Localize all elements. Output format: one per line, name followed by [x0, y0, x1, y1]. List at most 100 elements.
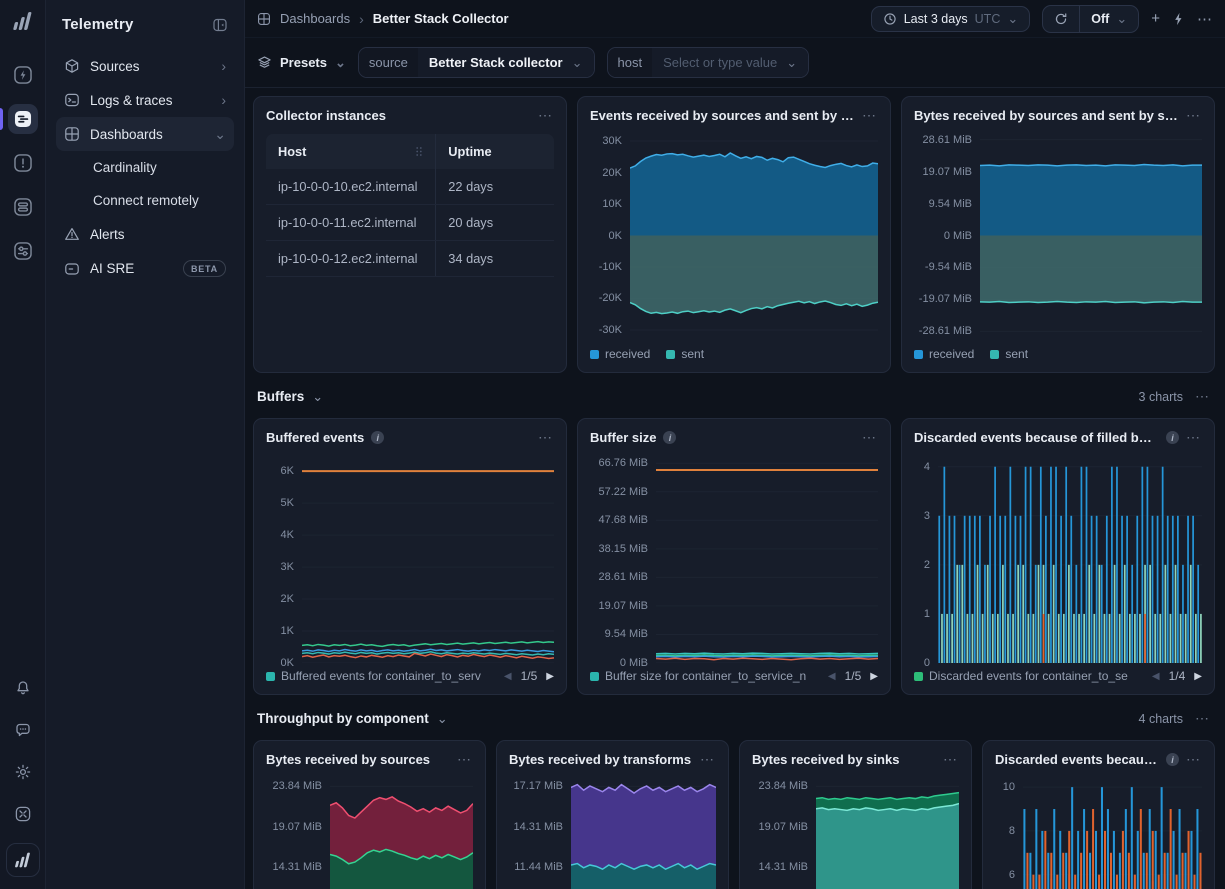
- legend-swatch: [666, 350, 675, 359]
- section-menu-button[interactable]: ⋯: [1195, 710, 1211, 727]
- legend-next-button[interactable]: ▶: [1194, 671, 1202, 682]
- legend-page-indicator: 1/4: [1169, 669, 1186, 683]
- notifications-button[interactable]: [8, 673, 38, 703]
- legend-item[interactable]: Discarded events for container_to_se: [914, 669, 1128, 683]
- card-menu-button[interactable]: ⋯: [538, 429, 554, 446]
- section-buffers: Buffers ⌄ 3 charts ⋯: [257, 388, 1211, 405]
- legend-prev-button[interactable]: ◀: [1152, 671, 1160, 682]
- legend-item-sent[interactable]: sent: [990, 347, 1028, 361]
- table-row[interactable]: ip-10-0-0-11.ec2.internal 20 days: [266, 205, 554, 241]
- legend-item-received[interactable]: received: [590, 347, 650, 361]
- discarded-events-2-chart[interactable]: 1086420: [995, 774, 1202, 889]
- section-menu-button[interactable]: ⋯: [1195, 388, 1211, 405]
- quick-actions-button[interactable]: [1172, 12, 1185, 26]
- instances-table: Host Uptime ip-10-0-0-10.ec2.internal 22…: [266, 134, 554, 362]
- card-menu-button[interactable]: ⋯: [1186, 429, 1202, 446]
- rail-integrations-button[interactable]: [8, 236, 38, 266]
- card-menu-button[interactable]: ⋯: [862, 107, 878, 124]
- column-header-uptime[interactable]: Uptime: [435, 134, 554, 169]
- legend-page-indicator: 1/5: [845, 669, 862, 683]
- card-title: Discarded events because of filled buffe…: [914, 430, 1159, 445]
- shortcuts-button[interactable]: [8, 799, 38, 829]
- bytes-sources-chart[interactable]: 23.84 MiB19.07 MiB14.31 MiB9.54 MiB4.77 …: [266, 774, 473, 889]
- betterstack-logo-icon: [11, 10, 35, 37]
- feedback-button[interactable]: [8, 715, 38, 745]
- layers-icon: [257, 55, 272, 70]
- sliders-icon: [12, 240, 34, 262]
- uptime-cell: 22 days: [435, 169, 554, 204]
- cube-icon: [64, 58, 80, 74]
- rail-telemetry-button[interactable]: [8, 104, 38, 134]
- legend-item[interactable]: Buffered events for container_to_serv: [266, 669, 481, 683]
- table-row[interactable]: ip-10-0-0-12.ec2.internal 34 days: [266, 241, 554, 277]
- card-menu-button[interactable]: ⋯: [1186, 107, 1202, 124]
- card-title: Discarded events because of…: [995, 752, 1159, 767]
- events-chart[interactable]: 30K20K10K0K-10K-20K-30K: [590, 130, 878, 341]
- chevron-down-icon: ⌄: [214, 129, 226, 139]
- sidebar-item-ai-sre[interactable]: AI SRE BETA: [56, 251, 234, 286]
- timezone-label: UTC: [975, 12, 1001, 26]
- refresh-icon: [1054, 12, 1068, 26]
- host-cell: ip-10-0-0-12.ec2.internal: [266, 241, 435, 276]
- info-icon: i: [1166, 431, 1179, 444]
- breadcrumb-dashboards-link[interactable]: Dashboards: [280, 11, 350, 26]
- source-filter[interactable]: source Better Stack collector ⌄: [358, 47, 595, 78]
- chart-row-1: Collector instances ⋯ Host Uptime ip: [253, 96, 1215, 373]
- legend-prev-button[interactable]: ◀: [504, 671, 512, 682]
- chevron-down-icon[interactable]: ⌄: [437, 715, 448, 723]
- betterstack-footer-logo[interactable]: [6, 843, 40, 877]
- rail-status-pages-button[interactable]: [8, 192, 38, 222]
- time-range-picker[interactable]: Last 3 days UTC ⌄: [871, 6, 1031, 32]
- sidebar-subitem-connect-remotely[interactable]: Connect remotely: [56, 184, 234, 217]
- legend-next-button[interactable]: ▶: [870, 671, 878, 682]
- filter-bar: Presets ⌄ source Better Stack collector …: [245, 38, 1225, 88]
- card-menu-button[interactable]: ⋯: [862, 429, 878, 446]
- refresh-button[interactable]: [1043, 6, 1079, 32]
- topbar-more-button[interactable]: ⋯: [1197, 10, 1213, 28]
- rail-incidents-button[interactable]: [8, 148, 38, 178]
- column-header-host[interactable]: Host: [266, 134, 435, 169]
- collapse-sidebar-icon[interactable]: [212, 17, 228, 33]
- chevron-down-icon[interactable]: ⌄: [312, 393, 323, 401]
- bytes-chart[interactable]: 28.61 MiB19.07 MiB9.54 MiB0 MiB-9.54 MiB…: [914, 130, 1202, 341]
- discarded-events-chart[interactable]: 43210: [914, 452, 1202, 663]
- logs-icon: [12, 108, 34, 130]
- bytes-sources-card: Bytes received by sources ⋯ 23.84 MiB19.…: [253, 740, 486, 889]
- card-menu-button[interactable]: ⋯: [457, 751, 473, 768]
- legend-swatch: [990, 350, 999, 359]
- card-title: Bytes received by transforms: [509, 752, 691, 767]
- chevron-right-icon: ›: [221, 61, 226, 71]
- bytes-sinks-chart[interactable]: 23.84 MiB19.07 MiB14.31 MiB9.54 MiB4.77 …: [752, 774, 959, 889]
- theme-toggle-button[interactable]: [8, 757, 38, 787]
- legend-prev-button[interactable]: ◀: [828, 671, 836, 682]
- legend-item-received[interactable]: received: [914, 347, 974, 361]
- bytes-transforms-chart[interactable]: 17.17 MiB14.31 MiB11.44 MiB8.58 MiB5.72 …: [509, 774, 716, 889]
- buffered-events-chart[interactable]: 6K5K4K3K2K1K0K: [266, 452, 554, 663]
- legend-next-button[interactable]: ▶: [546, 671, 554, 682]
- table-row[interactable]: ip-10-0-0-10.ec2.internal 22 days: [266, 169, 554, 205]
- sidebar-item-dashboards[interactable]: Dashboards ⌄: [56, 117, 234, 151]
- sidebar-item-logs-traces[interactable]: Logs & traces ›: [56, 83, 234, 117]
- legend-item[interactable]: Buffer size for container_to_service_n: [590, 669, 806, 683]
- sidebar-item-alerts[interactable]: Alerts: [56, 217, 234, 251]
- column-drag-icon[interactable]: [415, 146, 423, 157]
- presets-button[interactable]: Presets ⌄: [257, 55, 346, 70]
- legend-pager: ◀ 1/4 ▶: [1152, 669, 1202, 683]
- legend-item-sent[interactable]: sent: [666, 347, 704, 361]
- host-filter[interactable]: host Select or type value ⌄: [607, 47, 810, 78]
- auto-refresh-select[interactable]: Off ⌄: [1079, 6, 1138, 32]
- dashboard-content: Collector instances ⋯ Host Uptime ip: [245, 88, 1225, 889]
- sidebar-subitem-cardinality[interactable]: Cardinality: [56, 151, 234, 184]
- host-cell: ip-10-0-0-10.ec2.internal: [266, 169, 435, 204]
- card-menu-button[interactable]: ⋯: [538, 107, 554, 124]
- legend-swatch: [590, 350, 599, 359]
- rail-uptime-button[interactable]: [8, 60, 38, 90]
- card-menu-button[interactable]: ⋯: [700, 751, 716, 768]
- add-chart-button[interactable]: +: [1151, 10, 1160, 27]
- sidebar-item-sources[interactable]: Sources ›: [56, 49, 234, 83]
- card-menu-button[interactable]: ⋯: [1186, 751, 1202, 768]
- card-menu-button[interactable]: ⋯: [943, 751, 959, 768]
- table-header: Host Uptime: [266, 134, 554, 169]
- flash-icon: [12, 64, 34, 86]
- buffer-size-chart[interactable]: 66.76 MiB57.22 MiB47.68 MiB38.15 MiB28.6…: [590, 452, 878, 663]
